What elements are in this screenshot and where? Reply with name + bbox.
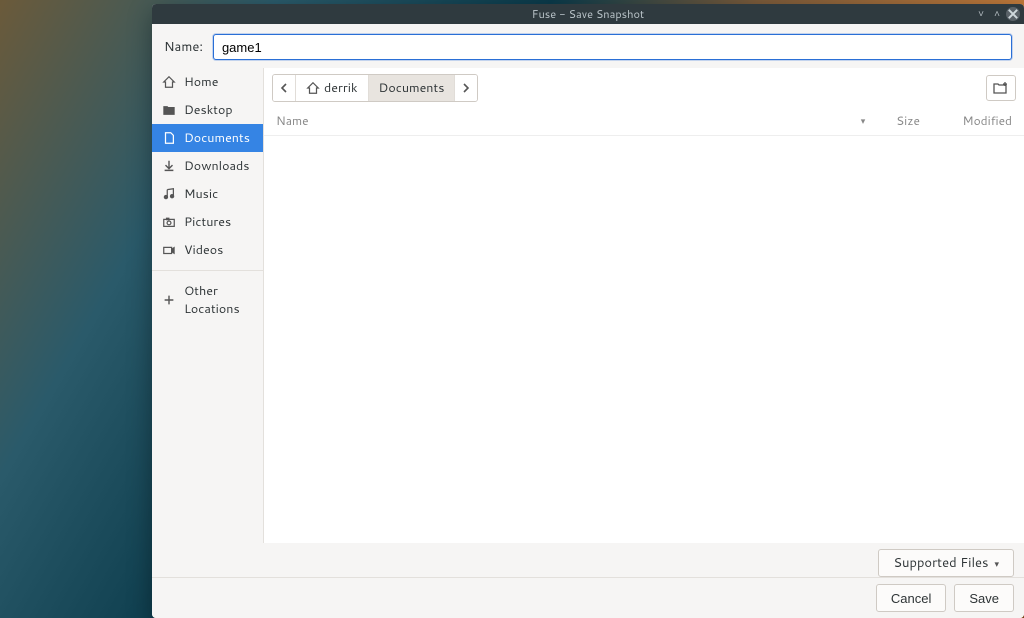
plus-icon <box>162 293 176 307</box>
home-icon <box>306 81 320 95</box>
sidebar-item-label: Documents <box>184 129 250 147</box>
file-list-header[interactable]: Name ▾ Size Modified <box>264 108 1024 136</box>
camera-icon <box>162 215 176 229</box>
sort-indicator-icon: ▾ <box>856 114 870 127</box>
sidebar-separator <box>152 270 263 271</box>
sidebar-item-label: Other Locations <box>184 282 253 318</box>
sidebar-item-other-locations[interactable]: Other Locations <box>152 277 263 323</box>
download-icon <box>162 159 176 173</box>
sidebar-item-label: Pictures <box>184 213 231 231</box>
sidebar-item-pictures[interactable]: Pictures <box>152 208 263 236</box>
sidebar-item-downloads[interactable]: Downloads <box>152 152 263 180</box>
sidebar-item-videos[interactable]: Videos <box>152 236 263 264</box>
file-chooser: Home Desktop Documents Downloads <box>152 68 1024 543</box>
sidebar-item-label: Videos <box>184 241 223 259</box>
music-icon <box>162 187 176 201</box>
breadcrumb-forward[interactable] <box>455 75 477 101</box>
column-name[interactable]: Name <box>276 112 856 129</box>
sidebar-item-documents[interactable]: Documents <box>152 124 263 152</box>
filename-row: Name: <box>152 24 1024 68</box>
folder-icon <box>162 103 176 117</box>
sidebar-item-music[interactable]: Music <box>152 180 263 208</box>
sidebar-item-label: Music <box>184 185 218 203</box>
sidebar-item-label: Desktop <box>184 101 233 119</box>
save-file-dialog: Fuse - Save Snapshot ˅ ˄ Name: Home <box>152 4 1024 618</box>
sidebar-item-desktop[interactable]: Desktop <box>152 96 263 124</box>
breadcrumb-home-label: derrik <box>324 79 358 97</box>
breadcrumb-current-label: Documents <box>379 79 445 97</box>
file-browser: derrik Documents Name ▾ Size <box>264 68 1024 543</box>
new-folder-button[interactable] <box>986 75 1016 101</box>
filename-label: Name: <box>164 38 203 56</box>
titlebar: Fuse - Save Snapshot ˅ ˄ <box>152 4 1024 24</box>
places-sidebar: Home Desktop Documents Downloads <box>152 68 264 543</box>
breadcrumb-current[interactable]: Documents <box>369 75 456 101</box>
sidebar-item-label: Home <box>184 73 218 91</box>
chevron-down-icon: ▾ <box>994 557 999 570</box>
breadcrumb-back[interactable] <box>273 75 296 101</box>
window-controls: ˅ ˄ <box>974 4 1020 24</box>
column-modified[interactable]: Modified <box>932 112 1012 129</box>
sidebar-item-home[interactable]: Home <box>152 68 263 96</box>
close-button[interactable] <box>1006 7 1020 21</box>
window-title: Fuse - Save Snapshot <box>532 6 644 22</box>
filetype-filter-label: Supported Files <box>893 554 988 572</box>
filetype-filter[interactable]: Supported Files ▾ <box>878 549 1014 577</box>
filename-input[interactable] <box>213 34 1012 60</box>
save-button[interactable]: Save <box>954 584 1014 612</box>
dialog-actions: Cancel Save <box>152 577 1024 618</box>
document-icon <box>162 131 176 145</box>
minimize-button[interactable]: ˅ <box>974 7 988 21</box>
breadcrumb: derrik Documents <box>272 74 478 102</box>
filter-row: Supported Files ▾ <box>152 543 1024 577</box>
breadcrumb-home[interactable]: derrik <box>296 75 369 101</box>
video-icon <box>162 243 176 257</box>
column-size[interactable]: Size <box>870 112 920 129</box>
cancel-button[interactable]: Cancel <box>876 584 946 612</box>
path-toolbar: derrik Documents <box>264 68 1024 108</box>
file-list-empty[interactable] <box>264 136 1024 543</box>
home-icon <box>162 75 176 89</box>
sidebar-item-label: Downloads <box>184 157 249 175</box>
maximize-button[interactable]: ˄ <box>990 7 1004 21</box>
